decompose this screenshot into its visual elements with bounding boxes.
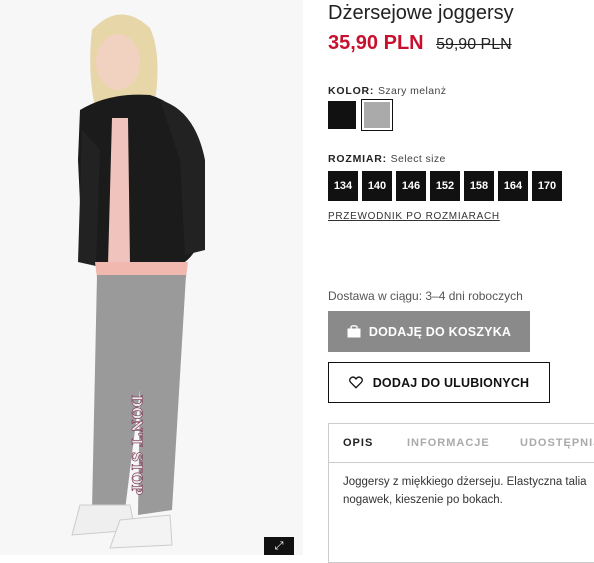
expand-icon[interactable]: ⤢ <box>264 537 294 555</box>
tab-description[interactable]: OPIS <box>343 424 373 462</box>
add-to-cart-button[interactable]: DODAJĘ DO KOSZYKA <box>328 311 530 352</box>
old-price: 59,90 PLN <box>436 36 512 53</box>
add-to-favorites-label: DODAJ DO ULUBIONYCH <box>372 375 530 390</box>
size-label: ROZMIAR: Select size <box>328 153 446 165</box>
size-option-152[interactable]: 152 <box>430 171 460 201</box>
product-title: Dżersejowe joggersy <box>328 2 514 24</box>
tab-bar: OPIS INFORMACJE UDOSTĘPNIJ <box>329 424 594 463</box>
product-image[interactable]: DON'T STOP ⤢ <box>0 0 303 555</box>
add-to-cart-label: DODAJĘ DO KOSZYKA <box>368 324 512 339</box>
size-option-134[interactable]: 134 <box>328 171 358 201</box>
size-option-158[interactable]: 158 <box>464 171 494 201</box>
delivery-info: Dostawa w ciągu: 3–4 dni roboczych <box>328 289 523 303</box>
price-row: 35,90 PLN 59,90 PLN <box>328 32 512 55</box>
selected-size: Select size <box>390 153 446 165</box>
color-swatch-grey-melange[interactable] <box>361 99 393 131</box>
size-option-164[interactable]: 164 <box>498 171 528 201</box>
shopping-bag-icon <box>347 325 361 338</box>
heart-icon <box>348 376 363 389</box>
tab-information[interactable]: INFORMACJE <box>407 424 490 462</box>
size-option-140[interactable]: 140 <box>362 171 392 201</box>
product-details-tabs: OPIS INFORMACJE UDOSTĘPNIJ Joggersy z mi… <box>328 423 594 563</box>
description-text: Joggersy z miękkiego dżerseju. Elastyczn… <box>343 476 587 506</box>
current-price: 35,90 PLN <box>328 32 424 54</box>
add-to-favorites-button[interactable]: DODAJ DO ULUBIONYCH <box>328 362 550 403</box>
pants-print-text: DON'T STOP <box>128 395 144 495</box>
color-label-title: KOLOR: <box>328 85 375 97</box>
size-option-146[interactable]: 146 <box>396 171 426 201</box>
color-label: KOLOR: Szary melanż <box>328 85 446 97</box>
color-swatch-black[interactable] <box>328 101 356 129</box>
tab-share[interactable]: UDOSTĘPNIJ <box>520 424 594 462</box>
size-guide-link[interactable]: PRZEWODNIK PO ROZMIARACH <box>328 211 500 222</box>
size-label-title: ROZMIAR: <box>328 153 387 165</box>
size-option-170[interactable]: 170 <box>532 171 562 201</box>
selected-color: Szary melanż <box>377 85 447 97</box>
